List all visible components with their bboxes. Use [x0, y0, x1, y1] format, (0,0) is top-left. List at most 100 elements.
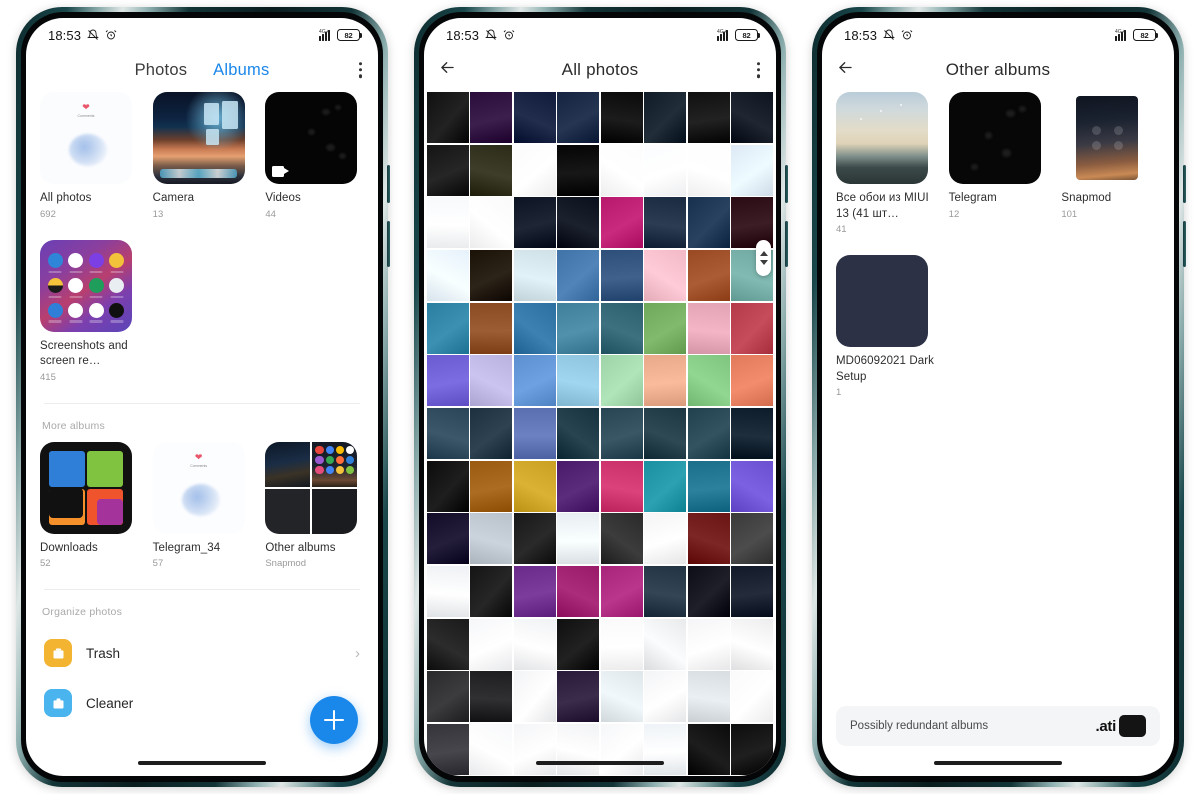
photo-thumbnail[interactable]	[687, 565, 730, 618]
photo-thumbnail[interactable]	[731, 723, 773, 776]
photo-thumbnail[interactable]	[427, 249, 469, 302]
photo-thumbnail[interactable]	[731, 565, 773, 618]
tab-albums[interactable]: Albums	[213, 61, 269, 80]
volume-button[interactable]	[1183, 165, 1186, 203]
photo-thumbnail[interactable]	[470, 565, 513, 618]
photo-thumbnail[interactable]	[644, 513, 687, 565]
photo-thumbnail[interactable]	[557, 249, 600, 302]
photo-thumbnail[interactable]	[470, 197, 513, 249]
photo-thumbnail[interactable]	[644, 723, 687, 776]
photo-thumbnail[interactable]	[600, 618, 643, 670]
photo-thumbnail[interactable]	[557, 565, 600, 618]
power-button[interactable]	[785, 221, 788, 267]
tab-photos[interactable]: Photos	[135, 61, 188, 80]
photo-thumbnail[interactable]	[513, 197, 556, 249]
photo-thumbnail[interactable]	[687, 407, 730, 460]
photo-thumbnail[interactable]	[687, 723, 730, 776]
photo-thumbnail[interactable]	[427, 302, 469, 354]
album-item-camera[interactable]: Camera 13	[152, 92, 252, 220]
photo-thumbnail[interactable]	[513, 92, 556, 144]
photo-thumbnail[interactable]	[644, 197, 687, 249]
photo-thumbnail[interactable]	[470, 144, 513, 196]
photo-thumbnail[interactable]	[427, 565, 469, 618]
album-item-snapmod[interactable]: Snapmod 101	[1061, 92, 1160, 235]
photo-thumbnail[interactable]	[513, 302, 556, 354]
add-album-button[interactable]	[310, 696, 358, 744]
volume-button[interactable]	[387, 165, 390, 203]
home-indicator[interactable]	[536, 761, 664, 765]
photo-thumbnail[interactable]	[731, 618, 773, 670]
other-albums-scroll-area[interactable]: Все обои из MIUI 13 (41 шт… 41 Telegram …	[822, 92, 1174, 776]
photo-thumbnail[interactable]	[513, 144, 556, 196]
album-item-miui13-wallpapers[interactable]: Все обои из MIUI 13 (41 шт… 41	[836, 92, 935, 235]
photo-thumbnail[interactable]	[427, 144, 469, 196]
photo-thumbnail[interactable]	[644, 355, 687, 407]
list-item-trash[interactable]: Trash ›	[40, 628, 364, 678]
photo-thumbnail[interactable]	[731, 407, 773, 460]
albums-scroll-area[interactable]: ❤ Comments All photos 692 Camera 13 Vide…	[26, 92, 378, 776]
photo-thumbnail[interactable]	[600, 144, 643, 196]
photo-thumbnail[interactable]	[470, 460, 513, 512]
album-item-all-photos[interactable]: ❤ Comments All photos 692	[40, 92, 139, 220]
photo-thumbnail[interactable]	[731, 302, 773, 354]
photo-thumbnail[interactable]	[644, 249, 687, 302]
photo-thumbnail[interactable]	[427, 197, 469, 249]
photo-thumbnail[interactable]	[687, 92, 730, 144]
photo-thumbnail[interactable]	[427, 355, 469, 407]
album-item-telegram[interactable]: Telegram 12	[948, 92, 1048, 235]
photo-thumbnail[interactable]	[644, 565, 687, 618]
photo-thumbnail[interactable]	[644, 618, 687, 670]
photo-thumbnail[interactable]	[687, 618, 730, 670]
photo-thumbnail[interactable]	[427, 618, 469, 670]
photo-thumbnail[interactable]	[731, 513, 773, 565]
photo-thumbnail[interactable]	[644, 671, 687, 723]
photo-thumbnail[interactable]	[644, 407, 687, 460]
photo-thumbnail[interactable]	[600, 197, 643, 249]
photo-thumbnail[interactable]	[600, 565, 643, 618]
photo-thumbnail[interactable]	[687, 144, 730, 196]
photo-thumbnail[interactable]	[470, 723, 513, 776]
photo-thumbnail[interactable]	[557, 618, 600, 670]
home-indicator[interactable]	[934, 761, 1062, 765]
power-button[interactable]	[387, 221, 390, 267]
photo-thumbnail[interactable]	[557, 144, 600, 196]
photo-thumbnail[interactable]	[470, 92, 513, 144]
photo-thumbnail[interactable]	[470, 618, 513, 670]
album-item-videos[interactable]: Videos 44	[265, 92, 364, 220]
photo-thumbnail[interactable]	[470, 407, 513, 460]
photo-thumbnail[interactable]	[600, 302, 643, 354]
photo-thumbnail[interactable]	[687, 513, 730, 565]
photo-thumbnail[interactable]	[427, 460, 469, 512]
photo-thumbnail[interactable]	[513, 671, 556, 723]
album-item-telegram34[interactable]: ❤ Comments Telegram_34 57	[152, 441, 252, 569]
photo-thumbnail[interactable]	[644, 460, 687, 512]
photo-thumbnail[interactable]	[513, 407, 556, 460]
photo-thumbnail[interactable]	[687, 671, 730, 723]
photo-thumbnail[interactable]	[731, 92, 773, 144]
toast-redundant-albums[interactable]: Possibly redundant albums .ati	[836, 706, 1160, 746]
photo-thumbnail[interactable]	[600, 407, 643, 460]
photo-thumbnail[interactable]	[600, 723, 643, 776]
photo-thumbnail[interactable]	[687, 197, 730, 249]
photo-thumbnail[interactable]	[557, 460, 600, 512]
photo-thumbnail[interactable]	[557, 407, 600, 460]
photo-thumbnail[interactable]	[731, 355, 773, 407]
photo-thumbnail[interactable]	[600, 92, 643, 144]
photo-thumbnail[interactable]	[427, 407, 469, 460]
power-button[interactable]	[1183, 221, 1186, 267]
photo-thumbnail[interactable]	[557, 197, 600, 249]
photo-thumbnail[interactable]	[600, 513, 643, 565]
photo-thumbnail[interactable]	[513, 513, 556, 565]
photo-thumbnail[interactable]	[644, 144, 687, 196]
photo-thumbnail[interactable]	[470, 302, 513, 354]
photo-thumbnail[interactable]	[687, 302, 730, 354]
photo-thumbnail[interactable]	[513, 565, 556, 618]
album-item-dark-setup[interactable]: MD06092021 Dark Setup 1	[836, 255, 935, 398]
photo-grid[interactable]	[424, 92, 776, 776]
photo-thumbnail[interactable]	[470, 355, 513, 407]
more-options-icon[interactable]	[358, 62, 362, 78]
photo-thumbnail[interactable]	[427, 513, 469, 565]
photo-thumbnail[interactable]	[427, 723, 469, 776]
photo-thumbnail[interactable]	[513, 618, 556, 670]
photo-thumbnail[interactable]	[687, 460, 730, 512]
